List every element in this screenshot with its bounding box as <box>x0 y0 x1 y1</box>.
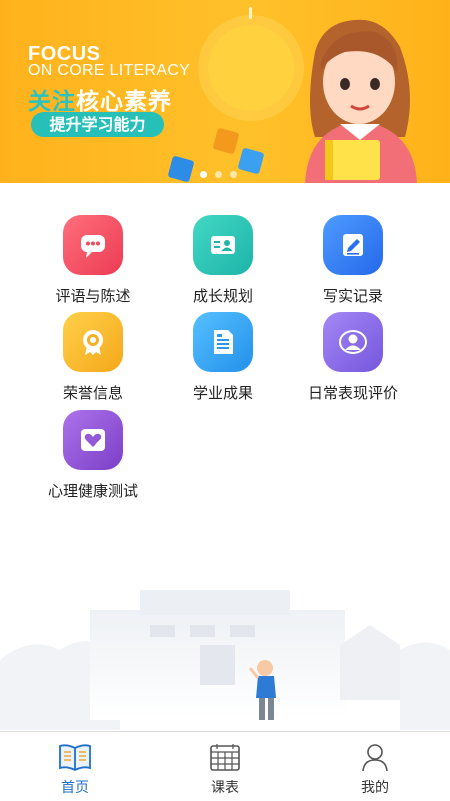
document-icon <box>193 312 253 372</box>
menu-label: 心理健康测试 <box>47 482 138 500</box>
school-building-illustration <box>0 580 450 730</box>
hero-banner[interactable]: FOCUS ON CORE LITERACY 关注核心素养 提升学习能力 <box>0 0 450 183</box>
menu-item-daily-performance[interactable]: 日常表现评价 <box>283 312 423 403</box>
menu-item-academic-results[interactable]: 学业成果 <box>153 312 293 403</box>
menu-label: 评语与陈述 <box>55 287 131 305</box>
bottom-tab-bar: 首页 课表 我的 <box>0 731 450 801</box>
user-badge-icon <box>323 312 383 372</box>
menu-label: 日常表现评价 <box>307 384 398 402</box>
carousel-indicator[interactable] <box>200 163 245 182</box>
tab-label: 我的 <box>361 780 389 796</box>
medal-icon <box>63 312 123 372</box>
cube-decoration <box>212 127 240 155</box>
tab-label: 首页 <box>61 780 89 796</box>
menu-label: 学业成果 <box>192 384 253 402</box>
menu-item-comments[interactable]: 评语与陈述 <box>23 215 163 306</box>
carousel-dot[interactable] <box>230 171 237 178</box>
book-icon <box>59 744 91 772</box>
menu-label: 荣誉信息 <box>62 384 123 402</box>
menu-item-factual-records[interactable]: 写实记录 <box>283 215 423 306</box>
menu-item-growth-plan[interactable]: 成长规划 <box>153 215 293 306</box>
carousel-dot[interactable] <box>200 171 207 178</box>
heart-pen-icon <box>63 410 123 470</box>
carousel-dot[interactable] <box>215 171 222 178</box>
banner-subtitle-pill: 提升学习能力 <box>31 112 164 137</box>
tab-label: 课表 <box>211 780 239 796</box>
edit-note-icon <box>323 215 383 275</box>
tab-home[interactable]: 首页 <box>0 732 150 801</box>
banner-title-zh: 关注核心素养 <box>28 82 172 116</box>
girl-illustration <box>305 19 417 183</box>
calendar-icon <box>210 744 240 771</box>
banner-title-en-2: ON CORE LITERACY <box>28 62 191 79</box>
menu-item-mental-health[interactable]: 心理健康测试 <box>23 410 163 501</box>
cube-decoration <box>167 155 195 183</box>
menu-label: 写实记录 <box>322 287 383 305</box>
comment-icon <box>63 215 123 275</box>
menu-label: 成长规划 <box>192 287 253 305</box>
menu-item-honors[interactable]: 荣誉信息 <box>23 312 163 403</box>
user-icon <box>362 744 388 772</box>
tab-me[interactable]: 我的 <box>300 732 450 801</box>
id-card-icon <box>193 215 253 275</box>
sun-decoration <box>208 7 294 111</box>
tab-schedule[interactable]: 课表 <box>150 732 300 801</box>
